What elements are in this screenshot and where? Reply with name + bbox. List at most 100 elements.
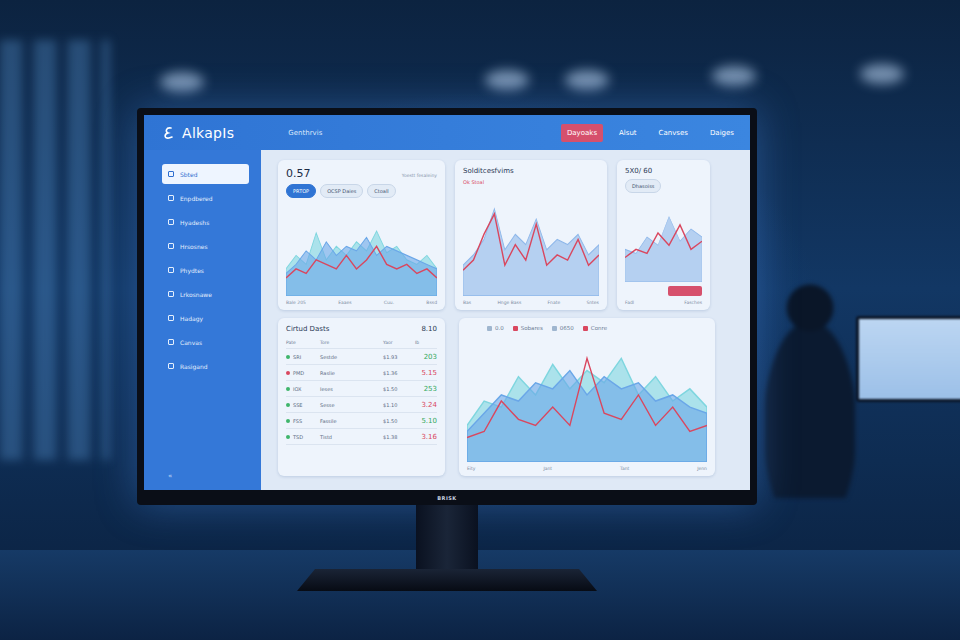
sidebar-item[interactable]: Sbted xyxy=(162,164,249,184)
price-cell: $1.38 xyxy=(383,434,415,440)
nav-item[interactable]: Daiges xyxy=(704,124,740,142)
ratio-chart xyxy=(625,197,702,282)
name-cell: Fassile xyxy=(320,418,383,424)
card-header: Cirtud Dasts8.10 xyxy=(286,325,437,333)
status-dot xyxy=(286,387,290,391)
value-cell: 253 xyxy=(415,385,437,393)
x-axis-label: Jant xyxy=(543,466,552,471)
x-axis-labels: Bale 205EaaesCuu.Bssd xyxy=(286,300,437,305)
ceiling-light xyxy=(160,72,204,92)
table-row[interactable]: TSDTistd$1.383.16 xyxy=(286,429,437,445)
table-header: PateToreYaorIb xyxy=(286,337,437,349)
table-row[interactable]: PMDRaslie$1.365.15 xyxy=(286,365,437,381)
nav-item[interactable]: Canvses xyxy=(653,124,694,142)
window-glow xyxy=(0,40,110,460)
menu-item-icon xyxy=(168,291,174,297)
person-silhouette xyxy=(765,278,855,498)
table-row[interactable]: FSSFassile$1.505.10 xyxy=(286,413,437,429)
legend-swatch xyxy=(487,326,492,331)
monitor: AlkapIs Genthrvis Dayoaks Alsut Canvses Daige… xyxy=(137,108,757,591)
ceiling-light xyxy=(485,70,529,90)
filter-pill[interactable]: OCSP Daies xyxy=(320,184,363,198)
value-cell: 3.16 xyxy=(415,433,437,441)
card-row: Cirtud Dasts8.10 PateToreYaorIbSRISestde$… xyxy=(278,318,720,476)
collapse-button[interactable]: « xyxy=(162,472,249,480)
chart-area-series xyxy=(286,231,437,296)
column-header: Tore xyxy=(320,340,383,345)
sidebar-item[interactable]: Hyadeshs xyxy=(162,212,249,232)
monitor-chin: BRISK xyxy=(144,490,750,505)
x-axis-label: Eity xyxy=(467,466,476,471)
menu-item-icon xyxy=(168,219,174,225)
desk xyxy=(0,550,960,640)
monitor-base xyxy=(297,569,597,591)
sidebar-item[interactable]: Enpdbered xyxy=(162,188,249,208)
x-axis-label: Eaaes xyxy=(338,300,351,305)
filter-pill[interactable]: Dhasoiss xyxy=(625,179,661,193)
x-axis-label: Tant xyxy=(620,466,629,471)
sidebar-item[interactable]: Canvas xyxy=(162,332,249,352)
menu-item-icon xyxy=(168,339,174,345)
card-subtitle: Ok Stoal xyxy=(463,179,599,185)
status-dot xyxy=(286,419,290,423)
filter-pill[interactable]: PRTOP xyxy=(286,184,316,198)
status-dot xyxy=(286,403,290,407)
name-cell: Raslie xyxy=(320,370,383,376)
price-cell: $1.50 xyxy=(383,386,415,392)
chart-area-series xyxy=(625,217,702,282)
card-value: 0.57 xyxy=(286,167,311,180)
sidebar-item[interactable]: Rasigand xyxy=(162,356,249,376)
chart-line-series xyxy=(467,358,707,437)
sidebar-item[interactable]: Lrkosnawe xyxy=(162,284,249,304)
overview-card: 0.57Yoestt fesaleinyPRTOPOCSP DaiesCtoal… xyxy=(278,160,445,310)
filter-pills: Dhasoiss xyxy=(625,179,702,193)
x-axis-labels: BasHnge BassFnateSntes xyxy=(463,300,599,305)
legend-swatch xyxy=(513,326,518,331)
menu-item-icon xyxy=(168,315,174,321)
solditces-card: Solditcesfvims Ok Stoal BasHnge BassFnateS… xyxy=(455,160,607,310)
overview-chart xyxy=(286,202,437,296)
monitor-bezel: AlkapIs Genthrvis Dayoaks Alsut Canvses Daige… xyxy=(137,108,757,505)
sidebar-item[interactable]: Hadagy xyxy=(162,308,249,328)
price-cell: $1.93 xyxy=(383,354,415,360)
legend-item: 0.0 xyxy=(487,325,504,331)
price-cell: $1.10 xyxy=(383,402,415,408)
table-row[interactable]: SRISestde$1.93203 xyxy=(286,349,437,365)
legend-item: Conre xyxy=(583,325,607,331)
sidebar-item[interactable]: Hrsosnes xyxy=(162,236,249,256)
code-cell: IOX xyxy=(286,386,320,392)
status-dot xyxy=(286,371,290,375)
x-axis-label: Fnate xyxy=(547,300,560,305)
action-button[interactable] xyxy=(668,286,702,296)
menu-item-icon xyxy=(168,171,174,177)
nav-item[interactable]: Dayoaks xyxy=(561,124,603,142)
chart-line-series xyxy=(286,246,437,278)
table-row[interactable]: SSESesse$1.103.24 xyxy=(286,397,437,413)
column-header: Pate xyxy=(286,340,320,345)
code-cell: PMD xyxy=(286,370,320,376)
app-title: AlkapIs xyxy=(182,125,234,141)
status-dot xyxy=(286,355,290,359)
card-title: Solditcesfvims xyxy=(463,167,599,175)
code-cell: SSE xyxy=(286,402,320,408)
menu-item-icon xyxy=(168,195,174,201)
app-subtitle: Genthrvis xyxy=(288,129,322,137)
dashboard-screen: AlkapIs Genthrvis Dayoaks Alsut Canvses Daige… xyxy=(144,115,750,490)
filter-pills: PRTOP OCSP Daies Ctoall xyxy=(286,184,437,198)
office-scene: AlkapIs Genthrvis Dayoaks Alsut Canvses Daige… xyxy=(0,0,960,640)
sidebar-item[interactable]: Phydtes xyxy=(162,260,249,280)
card-header: 5X0/ 60 xyxy=(625,167,702,175)
nav-item[interactable]: Alsut xyxy=(613,124,643,142)
price-cell: $1.36 xyxy=(383,370,415,376)
column-header: Yaor xyxy=(383,340,415,345)
x-axis-labels: FadlFasches xyxy=(625,300,702,305)
trend-card: 0.0Sobares0650ConreEityJantTantJenn xyxy=(459,318,715,476)
main-content: 0.57Yoestt fesaleinyPRTOPOCSP DaiesCtoal… xyxy=(261,150,750,490)
name-cell: Sesse xyxy=(320,402,383,408)
x-axis-label: Fadl xyxy=(625,300,634,305)
orders-card: Cirtud Dasts8.10 PateToreYaorIbSRISestde$… xyxy=(278,318,445,476)
sidebar: Sbted Enpdbered Hyadeshs Hrsosnes Phydtes Lrk… xyxy=(144,150,261,490)
table-row[interactable]: IOXIeses$1.50253 xyxy=(286,381,437,397)
ceiling-light xyxy=(860,64,904,84)
filter-pill[interactable]: Ctoall xyxy=(367,184,395,198)
